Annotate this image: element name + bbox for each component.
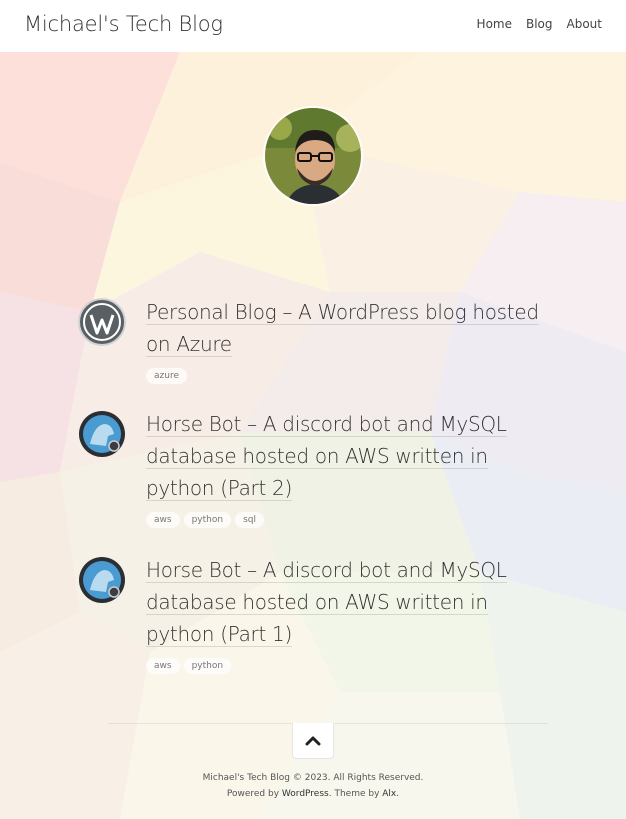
tag-aws[interactable]: aws <box>146 512 180 528</box>
nav-home[interactable]: Home <box>477 17 512 31</box>
tag-list: aws python sql <box>146 512 546 528</box>
wordpress-logo-icon[interactable] <box>78 298 126 346</box>
footer-copyright: Michael's Tech Blog © 2023. All Rights R… <box>202 773 424 783</box>
tag-list: aws python <box>146 658 546 674</box>
discord-bot-icon[interactable] <box>78 556 126 604</box>
nav-about[interactable]: About <box>567 17 602 31</box>
tag-sql[interactable]: sql <box>235 512 264 528</box>
tag-list: azure <box>146 368 546 384</box>
site-title[interactable]: Michael's Tech Blog <box>24 12 223 36</box>
nav-blog[interactable]: Blog <box>526 17 553 31</box>
back-to-top-button[interactable] <box>292 723 334 759</box>
tag-aws[interactable]: aws <box>146 658 180 674</box>
discord-bot-icon[interactable] <box>78 410 126 458</box>
chevron-up-icon <box>305 736 321 745</box>
main-content: Personal Blog – A WordPress blog hosted … <box>0 52 626 819</box>
post-title-link[interactable]: Horse Bot – A discord bot and MySQL data… <box>146 554 546 650</box>
wordpress-link[interactable]: WordPress <box>282 789 329 799</box>
tag-python[interactable]: python <box>183 658 232 674</box>
tag-python[interactable]: python <box>183 512 232 528</box>
tag-azure[interactable]: azure <box>146 368 187 384</box>
footer-credits: Powered by WordPress. Theme by Alx. <box>226 789 400 799</box>
main-nav: Home Blog About <box>477 17 602 31</box>
theme-author-link[interactable]: Alx <box>382 789 396 799</box>
post-title-link[interactable]: Horse Bot – A discord bot and MySQL data… <box>146 408 546 504</box>
post-title-link[interactable]: Personal Blog – A WordPress blog hosted … <box>146 296 546 360</box>
site-header: Michael's Tech Blog Home Blog About <box>0 0 626 52</box>
author-avatar <box>263 106 363 206</box>
